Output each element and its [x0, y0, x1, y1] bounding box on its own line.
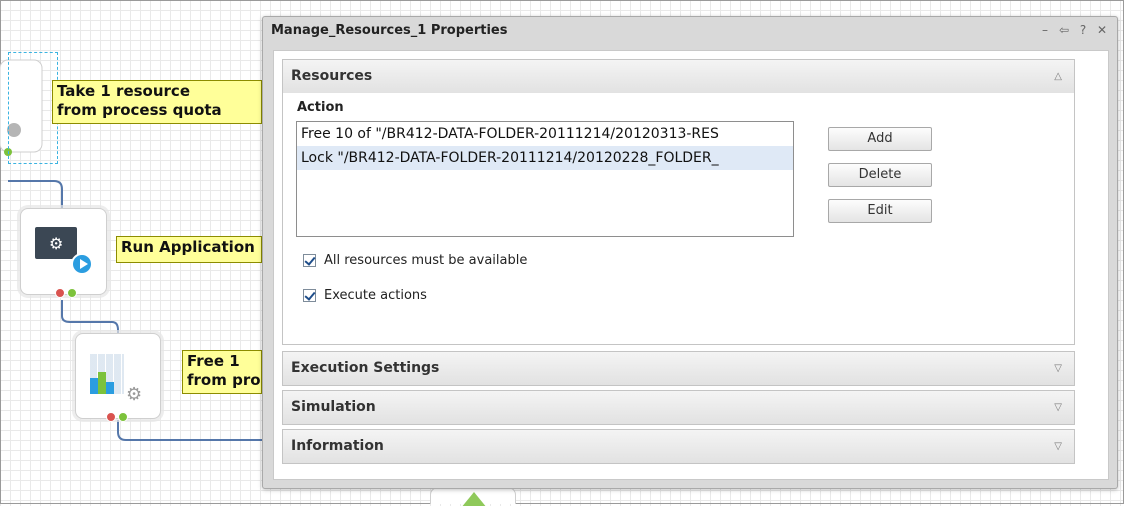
note-run-application[interactable]: Run Application — [116, 236, 262, 263]
error-status-icon — [55, 288, 65, 298]
play-icon — [71, 253, 93, 275]
success-status-icon — [118, 412, 128, 422]
section-title: Resources — [291, 68, 373, 84]
expand-arrow-icon[interactable]: ▽ — [1054, 391, 1062, 424]
section-execution-settings-header[interactable]: Execution Settings ▽ — [283, 352, 1074, 385]
note-line: Free 1 — [187, 352, 240, 370]
gear-icon: ⚙ — [49, 234, 64, 253]
node-partial-bottom[interactable] — [430, 487, 516, 506]
success-status-icon — [67, 288, 77, 298]
section-simulation[interactable]: Simulation ▽ — [282, 390, 1075, 425]
section-simulation-header[interactable]: Simulation ▽ — [283, 391, 1074, 424]
note-line: Run Application — [121, 238, 255, 256]
checkbox-label: Execute actions — [324, 288, 427, 303]
connector-line-1 — [8, 180, 63, 208]
section-resources: Resources △ Action Free 10 of "/BR412-DA… — [282, 59, 1075, 345]
action-list[interactable]: Free 10 of "/BR412-DATA-FOLDER-20111214/… — [296, 121, 794, 237]
all-resources-available-option[interactable]: All resources must be available — [303, 253, 527, 268]
selection-outline — [8, 52, 58, 164]
application-window-icon: ⚙ — [35, 227, 77, 259]
note-line: from process quota — [187, 371, 261, 389]
window-controls: – ⇦ ? ✕ — [1038, 23, 1109, 37]
dialog-title: Manage_Resources_1 Properties — [271, 23, 508, 38]
note-free-resource[interactable]: Free 1 from process quota — [182, 350, 262, 394]
node-free-resource[interactable]: ⚙ — [75, 333, 161, 422]
checkbox-label: All resources must be available — [324, 253, 528, 268]
section-execution-settings[interactable]: Execution Settings ▽ — [282, 351, 1075, 386]
expand-arrow-icon[interactable]: ▽ — [1054, 430, 1062, 463]
section-title: Execution Settings — [291, 360, 440, 376]
collapse-arrow-icon[interactable]: △ — [1054, 60, 1062, 93]
note-take-resource[interactable]: Take 1 resource from process quota — [52, 80, 262, 124]
expand-arrow-icon[interactable]: ▽ — [1054, 352, 1062, 385]
delete-button[interactable]: Delete — [828, 163, 932, 187]
add-button[interactable]: Add — [828, 127, 932, 151]
gear-icon: ⚙ — [126, 384, 143, 405]
pin-icon[interactable]: ⇦ — [1057, 23, 1071, 37]
checkbox-checked[interactable] — [303, 254, 316, 267]
section-information[interactable]: Information ▽ — [282, 429, 1075, 464]
error-status-icon — [106, 412, 116, 422]
dialog-body: Resources △ Action Free 10 of "/BR412-DA… — [273, 50, 1109, 480]
section-title: Information — [291, 438, 384, 454]
resource-grid-icon — [90, 354, 124, 394]
connector-line-3 — [117, 420, 262, 441]
action-list-item[interactable]: Free 10 of "/BR412-DATA-FOLDER-20111214/… — [297, 122, 793, 146]
close-icon[interactable]: ✕ — [1095, 23, 1109, 37]
note-line: from process quota — [57, 101, 222, 119]
minimize-icon[interactable]: – — [1038, 23, 1052, 37]
section-title: Simulation — [291, 399, 376, 415]
section-resources-header[interactable]: Resources △ — [283, 60, 1074, 93]
execute-actions-option[interactable]: Execute actions — [303, 288, 427, 303]
section-information-header[interactable]: Information ▽ — [283, 430, 1074, 463]
help-icon[interactable]: ? — [1076, 23, 1090, 37]
edit-button[interactable]: Edit — [828, 199, 932, 223]
action-label: Action — [297, 100, 344, 115]
node-run-application[interactable]: ⚙ — [20, 208, 107, 298]
note-line: Take 1 resource — [57, 82, 190, 100]
action-list-item-selected[interactable]: Lock "/BR412-DATA-FOLDER-20111214/201202… — [297, 146, 793, 170]
properties-dialog[interactable]: Manage_Resources_1 Properties – ⇦ ? ✕ Re… — [262, 16, 1118, 489]
connector-line-2 — [61, 300, 119, 336]
checkbox-checked[interactable] — [303, 289, 316, 302]
